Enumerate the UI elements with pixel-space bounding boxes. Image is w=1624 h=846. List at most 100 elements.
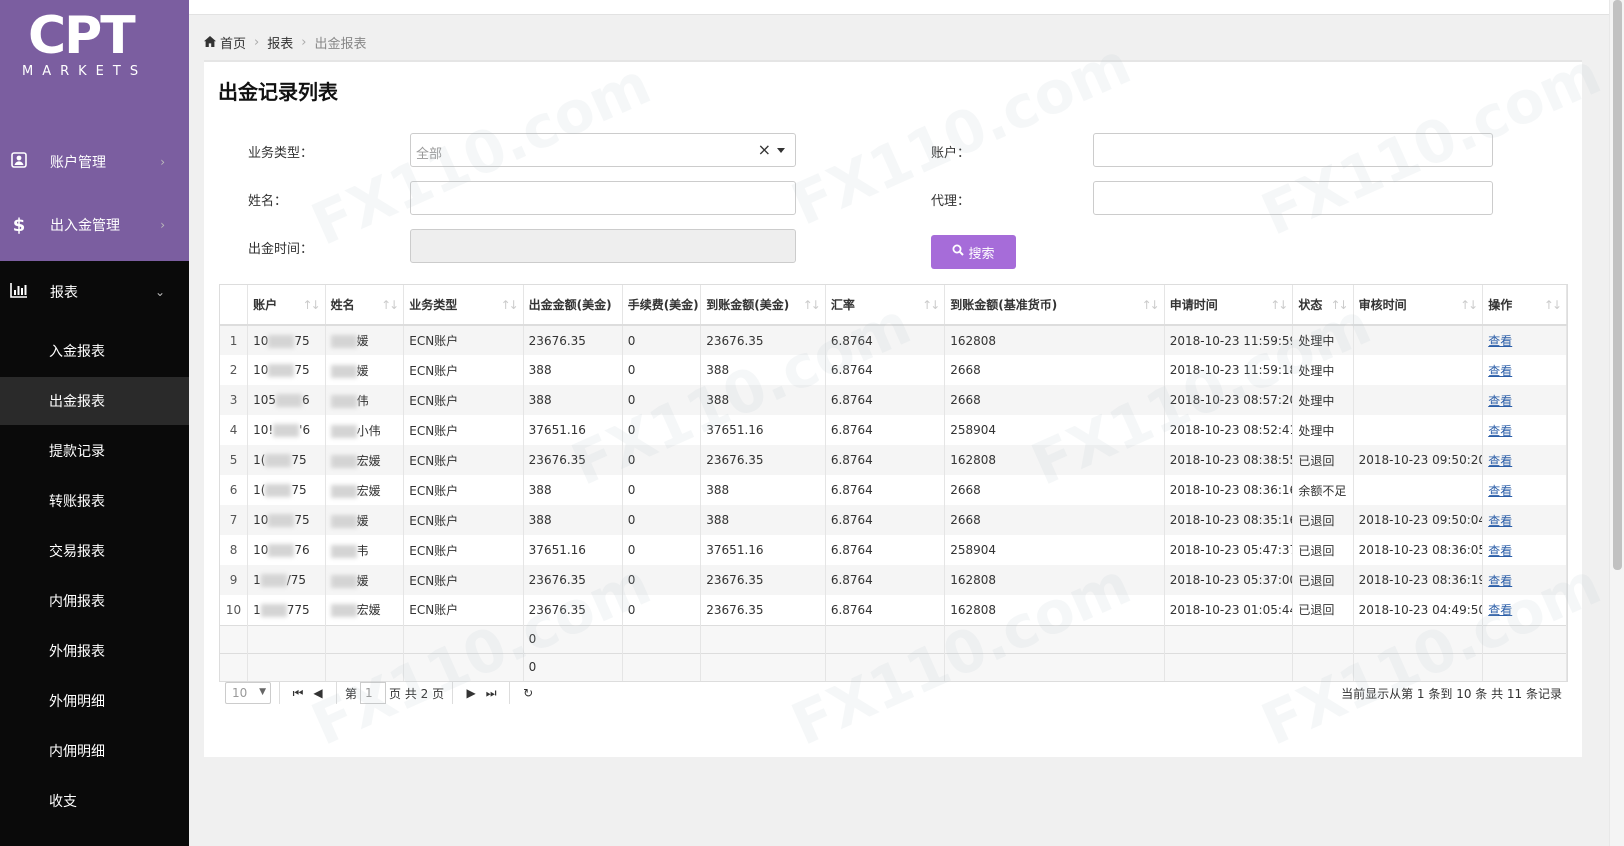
cell-base-amount: 162808 [944, 595, 1165, 625]
view-link[interactable]: 查看 [1488, 574, 1512, 588]
sort-icon[interactable]: ↑↓ [303, 298, 321, 312]
cell-business-type: ECN账户 [403, 445, 524, 475]
agent-input[interactable] [1093, 181, 1493, 215]
page-size-value: 10 [232, 686, 248, 700]
view-link[interactable]: 查看 [1488, 394, 1512, 408]
breadcrumb-reports[interactable]: 报表 [267, 33, 293, 52]
sort-icon[interactable]: ↑↓ [1142, 298, 1160, 312]
cell-business-type: ECN账户 [403, 355, 524, 385]
cell-status: 处理中 [1292, 355, 1354, 385]
cell-apply-time: 2018-10-23 05:47:37 [1164, 535, 1294, 565]
cell-rate: 6.8764 [825, 595, 946, 625]
cell-review-time: 2018-10-23 09:50:04 [1353, 505, 1484, 535]
sidebar-item-deposit-withdrawal[interactable]: $ 出入金管理 › [0, 195, 189, 255]
brand-logo[interactable]: CPT MARKETS [22, 6, 172, 96]
row-index: 1 [220, 325, 249, 355]
view-link[interactable]: 查看 [1488, 424, 1512, 438]
sort-icon[interactable]: ↑↓ [922, 298, 940, 312]
withdraw-time-label: 出金时间： [248, 242, 314, 257]
sort-icon[interactable]: ↑↓ [1460, 298, 1478, 312]
view-link[interactable]: 查看 [1488, 364, 1512, 378]
view-link[interactable]: 查看 [1488, 603, 1512, 617]
col-header-operation[interactable]: 操作 ↑↓ [1482, 285, 1567, 326]
row-index: 10 [220, 595, 249, 625]
sort-icon[interactable]: ↑↓ [381, 298, 399, 312]
sidebar-subitem-internal-commission-detail[interactable]: 内佣明细 [0, 727, 189, 775]
prev-page-icon[interactable]: ◀ [308, 686, 328, 700]
chevron-down-icon: ⌄ [154, 285, 165, 299]
sort-icon[interactable]: ↑↓ [1544, 298, 1562, 312]
cell-rate: 6.8764 [825, 385, 946, 415]
breadcrumb-home[interactable]: 首页 [220, 33, 246, 52]
pager-divider [336, 682, 337, 704]
sidebar-subitem-internal-commission-report[interactable]: 内佣报表 [0, 577, 189, 625]
page-number-input[interactable]: 1 [360, 682, 387, 704]
page-suffix: 页 共 2 页 [389, 686, 445, 701]
next-page-icon[interactable]: ▶ [461, 686, 481, 700]
view-link[interactable]: 查看 [1488, 454, 1512, 468]
sidebar-item-reports[interactable]: 报表 ⌄ [0, 262, 189, 322]
sidebar-subitem-deposit-report[interactable]: 入金报表 [0, 327, 189, 375]
sidebar-header: CPT MARKETS 账户管理 › $ 出入金管理 › [0, 0, 189, 261]
view-link[interactable]: 查看 [1488, 514, 1512, 528]
page-size-select[interactable]: 10 ▼ [225, 682, 271, 704]
clear-icon[interactable]: × [758, 140, 771, 159]
col-header-name[interactable]: 姓名 ↑↓ [325, 285, 405, 326]
last-page-icon[interactable]: ⏭ [481, 686, 501, 701]
sort-icon[interactable]: ↑↓ [501, 298, 519, 312]
redacted-mask [330, 424, 357, 438]
caret-down-icon: ▼ [259, 687, 266, 697]
cell-apply-time: 2018-10-23 11:59:59 [1164, 325, 1294, 355]
sidebar-subitem-withdrawal-report[interactable]: 出金报表 [0, 377, 189, 425]
row-index: 7 [220, 505, 249, 535]
sidebar-subitem-external-commission-report[interactable]: 外佣报表 [0, 627, 189, 675]
account-input[interactable] [1093, 133, 1493, 167]
page-scrollbar[interactable] [1609, 0, 1624, 846]
sidebar-item-account-management[interactable]: 账户管理 › [0, 132, 189, 192]
cell-withdraw-amount: 23676.35 [523, 565, 623, 595]
col-header-rate[interactable]: 汇率 ↑↓ [825, 285, 946, 326]
sidebar-subitem-income-expense[interactable]: 收支 [0, 777, 189, 825]
cell-apply-time: 2018-10-23 05:37:00 [1164, 565, 1294, 595]
col-header-base-amount[interactable]: 到账金额(基准货币) ↑↓ [944, 285, 1165, 326]
cell-withdraw-amount: 388 [523, 505, 623, 535]
sort-icon[interactable]: ↑↓ [803, 298, 821, 312]
pager-divider [279, 682, 280, 704]
cell-operation: 查看 [1482, 355, 1567, 385]
col-header-account[interactable]: 账户 ↑↓ [247, 285, 326, 326]
scrollbar-thumb[interactable] [1613, 0, 1622, 570]
sidebar-subitem-withdraw-records[interactable]: 提款记录 [0, 427, 189, 475]
cell-operation: 查看 [1482, 415, 1567, 445]
sidebar-subitem-trade-report[interactable]: 交易报表 [0, 527, 189, 575]
cell-status: 处理中 [1292, 325, 1354, 355]
cell-name: 宏媛 [325, 595, 405, 625]
cell-apply-time: 2018-10-23 01:05:44 [1164, 595, 1294, 625]
cell-review-time: 2018-10-23 09:50:20 [1353, 445, 1484, 475]
cell-withdraw-amount: 37651.16 [523, 535, 623, 565]
redacted-mask [330, 574, 357, 588]
cell-base-amount: 258904 [944, 415, 1165, 445]
view-link[interactable]: 查看 [1488, 544, 1512, 558]
col-header-status[interactable]: 状态 ↑↓ [1292, 285, 1354, 326]
sidebar-subitem-transfer-report[interactable]: 转账报表 [0, 477, 189, 525]
sort-icon[interactable]: ↑↓ [1270, 298, 1288, 312]
cell-operation: 查看 [1482, 445, 1567, 475]
search-button[interactable]: 搜索 [931, 235, 1016, 269]
name-input[interactable] [410, 181, 796, 215]
cell-withdraw-amount: 23676.35 [523, 325, 623, 355]
refresh-icon[interactable]: ↻ [518, 686, 538, 700]
business-type-select[interactable]: 全部 × [410, 133, 796, 167]
first-page-icon[interactable]: ⏮ [288, 686, 308, 701]
cell-withdraw-amount: 23676.35 [523, 595, 623, 625]
cell-arrival-amount: 388 [700, 385, 826, 415]
col-header-review-time[interactable]: 审核时间 ↑↓ [1353, 285, 1484, 326]
withdraw-time-input[interactable] [410, 229, 796, 263]
col-header-arrival-amount[interactable]: 到账金额(美金) ↑↓ [700, 285, 826, 326]
view-link[interactable]: 查看 [1488, 334, 1512, 348]
col-header-business-type[interactable]: 业务类型 ↑↓ [403, 285, 524, 326]
sidebar-subitem-external-commission-detail[interactable]: 外佣明细 [0, 677, 189, 725]
table-row: 1 10 75 媛 ECN账户 23676.35 0 23676.35 6.8764 162808… [220, 325, 1567, 355]
col-header-apply-time[interactable]: 申请时间 ↑↓ [1164, 285, 1294, 326]
sort-icon[interactable]: ↑↓ [1330, 298, 1348, 312]
view-link[interactable]: 查看 [1488, 484, 1512, 498]
